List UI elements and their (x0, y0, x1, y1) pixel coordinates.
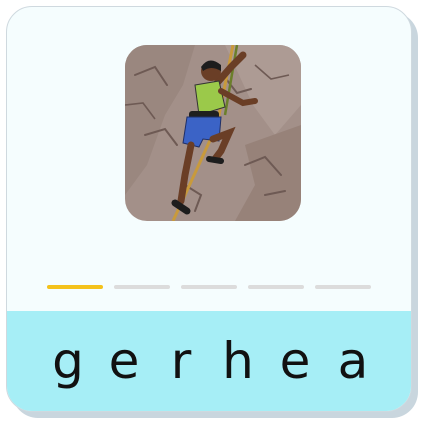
letter-tile-1[interactable]: g (44, 331, 92, 391)
rock-climber-illustration (125, 45, 301, 221)
answer-slot-2 (114, 285, 170, 289)
letter-tile-5[interactable]: e (271, 331, 319, 391)
game-card: g e r h e a (6, 6, 412, 412)
letter-tile-3[interactable]: r (157, 331, 205, 391)
letter-tiles: g e r h e a (7, 311, 411, 411)
answer-slot-5 (315, 285, 371, 289)
letter-tile-6[interactable]: a (329, 331, 377, 391)
answer-slot-4 (248, 285, 304, 289)
word-picture (125, 45, 301, 221)
answer-slot-3 (181, 285, 237, 289)
letter-tile-2[interactable]: e (100, 331, 148, 391)
letter-tray: g e r h e a (7, 311, 411, 411)
answer-slot-1 (47, 285, 103, 289)
letter-tile-4[interactable]: h (214, 331, 262, 391)
answer-slots (7, 285, 411, 291)
